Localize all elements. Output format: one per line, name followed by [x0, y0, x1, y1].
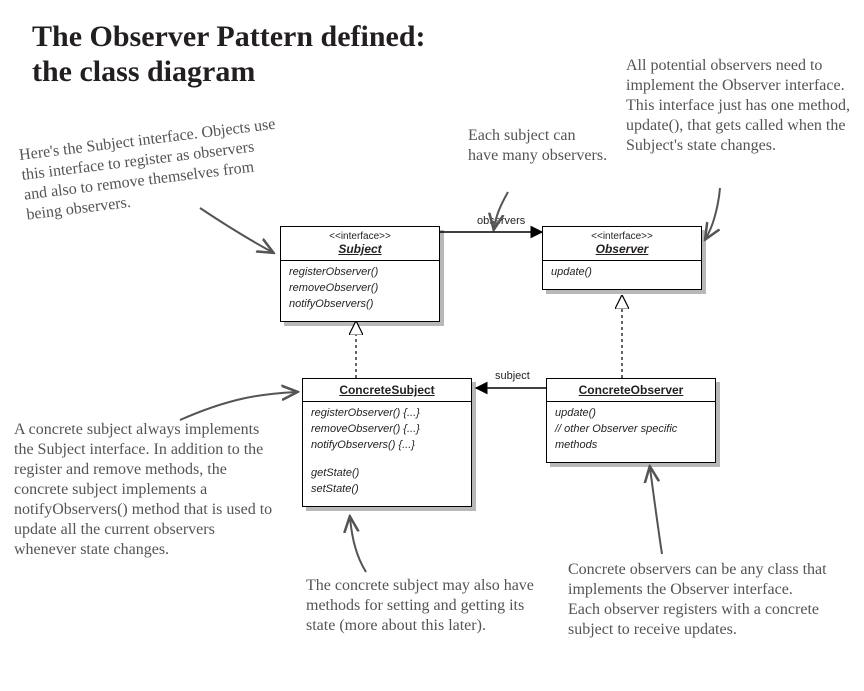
- method: methods: [555, 438, 707, 454]
- class-name: Subject: [338, 242, 381, 256]
- method: notifyObservers() {...}: [311, 438, 463, 454]
- note-getset: The concrete subject may also have metho…: [306, 576, 546, 636]
- method: getState(): [311, 466, 463, 482]
- method: update(): [555, 406, 707, 422]
- method: // other Observer specific: [555, 422, 707, 438]
- uml-subject-head: <<interface>> Subject: [281, 227, 439, 261]
- note-concrete-subject: A concrete subject always implements the…: [14, 420, 274, 560]
- title-line2: the class diagram: [32, 55, 426, 90]
- class-name: ConcreteSubject: [339, 383, 434, 397]
- uml-concrete-subject: ConcreteSubject registerObserver() {...}…: [302, 378, 472, 507]
- note-arrow-getset: [350, 518, 366, 572]
- class-name: Observer: [596, 242, 649, 256]
- note-observer-interface: All potential observers need to implemen…: [626, 56, 864, 156]
- uml-observer: <<interface>> Observer update(): [542, 226, 702, 290]
- note-subject-interface: Here's the Subject interface. Objects us…: [18, 114, 286, 225]
- uml-concrete-subject-head: ConcreteSubject: [303, 379, 471, 402]
- label-subject: subject: [495, 370, 530, 382]
- note-arrow-concrete-subject: [180, 392, 296, 420]
- uml-concrete-observer-body: update() // other Observer specific meth…: [547, 402, 715, 462]
- uml-subject: <<interface>> Subject registerObserver()…: [280, 226, 440, 322]
- uml-observer-head: <<interface>> Observer: [543, 227, 701, 261]
- method: registerObserver() {...}: [311, 406, 463, 422]
- label-observers: observers: [477, 215, 525, 227]
- method: removeObserver() {...}: [311, 422, 463, 438]
- uml-observer-body: update(): [543, 261, 701, 289]
- note-arrow-subject-intf: [200, 208, 272, 252]
- method: removeObserver(): [289, 281, 431, 297]
- title-line1: The Observer Pattern defined:: [32, 20, 426, 55]
- method: registerObserver(): [289, 265, 431, 281]
- method: notifyObservers(): [289, 297, 431, 313]
- note-arrow-concrete-observer: [650, 468, 662, 554]
- uml-concrete-subject-body: registerObserver() {...} removeObserver(…: [303, 402, 471, 506]
- note-concrete-observer: Concrete observers can be any class that…: [568, 560, 828, 640]
- class-name: ConcreteObserver: [579, 383, 684, 397]
- uml-concrete-observer-head: ConcreteObserver: [547, 379, 715, 402]
- note-arrow-observer-intf: [706, 188, 720, 238]
- method: update(): [551, 265, 693, 281]
- uml-subject-body: registerObserver() removeObserver() noti…: [281, 261, 439, 321]
- method: setState(): [311, 482, 463, 498]
- stereotype: <<interface>>: [545, 231, 699, 242]
- note-each-subject: Each subject can have many observers.: [468, 126, 608, 166]
- stereotype: <<interface>>: [283, 231, 437, 242]
- page-title: The Observer Pattern defined: the class …: [32, 20, 426, 89]
- uml-concrete-observer: ConcreteObserver update() // other Obser…: [546, 378, 716, 463]
